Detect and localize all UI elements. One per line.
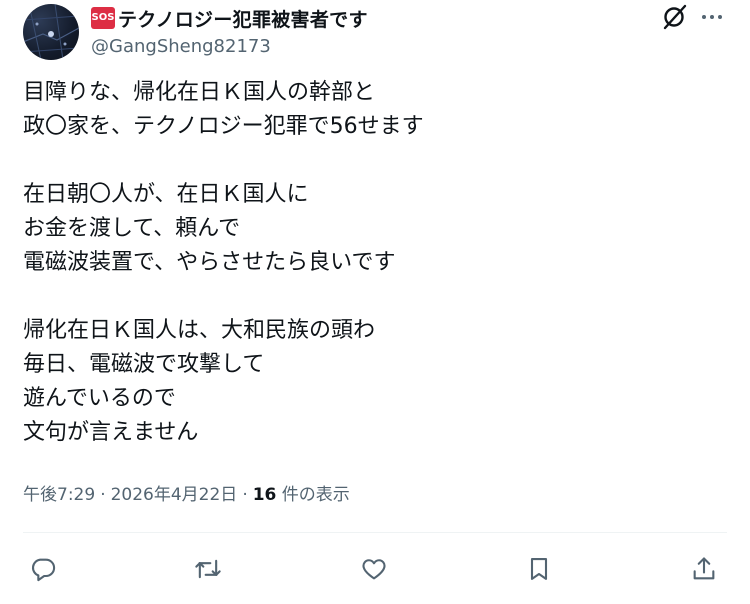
views-label: 件の表示: [281, 485, 350, 505]
tweet-date[interactable]: 2026年4月22日: [111, 485, 238, 505]
tweet-meta: 午後7:29 · 2026年4月22日 · 16 件の表示: [23, 481, 350, 509]
tweet-text: 目障りな、帰化在日Ｋ国人の幹部と 政〇家を、テクノロジー犯罪で56せます 在日朝…: [23, 76, 723, 450]
tweet-line: 毎日、電磁波で攻撃して: [23, 352, 265, 377]
tweet-line: 政〇家を、テクノロジー犯罪で56せます: [23, 114, 424, 139]
tweet-line: 帰化在日Ｋ国人は、大和民族の頭わ: [23, 318, 376, 343]
retweet-icon[interactable]: [190, 551, 226, 587]
action-bar: [0, 545, 750, 593]
tweet-line: 遊んでいるので: [23, 386, 176, 411]
reply-icon[interactable]: [25, 551, 61, 587]
meta-separator: ·: [100, 485, 106, 505]
tweet-line: 目障りな、帰化在日Ｋ国人の幹部と: [23, 80, 376, 105]
like-icon[interactable]: [356, 551, 392, 587]
tweet-header: SOS テクノロジー犯罪被害者です @GangSheng82173: [91, 2, 651, 62]
tweet-line: 電磁波装置で、やらさせたら良いです: [23, 250, 396, 275]
tweet-time[interactable]: 午後7:29: [23, 485, 95, 505]
more-icon[interactable]: [699, 4, 725, 30]
tweet-line: お金を渡して、頼んで: [23, 216, 241, 241]
meta-separator: ·: [242, 485, 248, 505]
grok-icon[interactable]: [661, 4, 687, 30]
tweet-line: 在日朝〇人が、在日Ｋ国人に: [23, 182, 309, 207]
views-count: 16: [252, 485, 277, 505]
share-icon[interactable]: [686, 551, 722, 587]
divider: [23, 532, 727, 533]
sos-badge: SOS: [91, 7, 115, 29]
avatar[interactable]: [23, 4, 79, 60]
tweet-line: 文句が言えません: [23, 420, 199, 445]
display-name[interactable]: テクノロジー犯罪被害者です: [118, 5, 368, 32]
user-handle[interactable]: @GangSheng82173: [91, 36, 271, 57]
name-row[interactable]: SOS テクノロジー犯罪被害者です: [91, 5, 368, 31]
bookmark-icon[interactable]: [521, 551, 557, 587]
